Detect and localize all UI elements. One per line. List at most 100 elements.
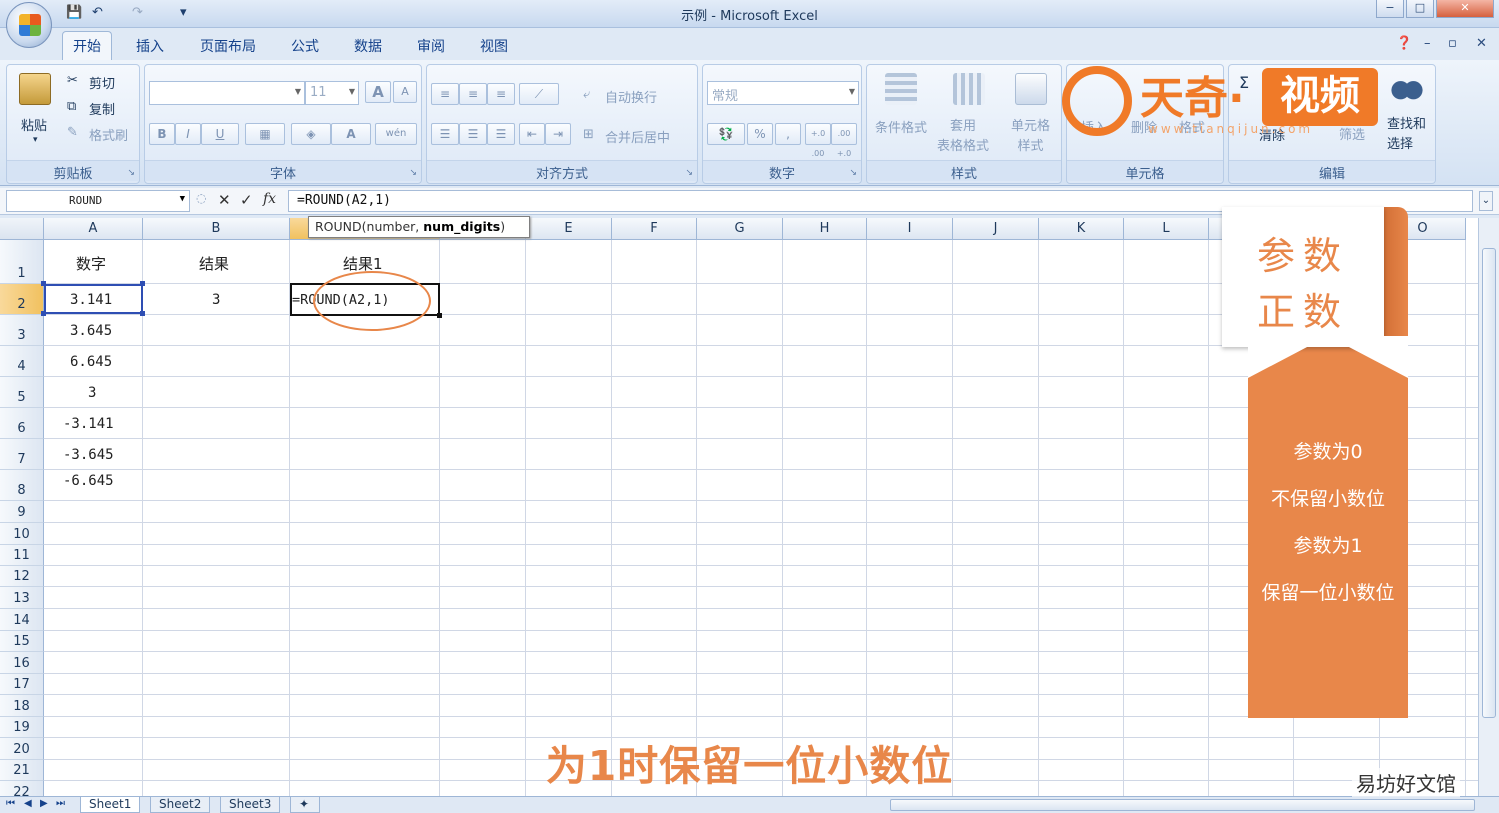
range-handle[interactable] — [41, 311, 46, 316]
row-header[interactable]: 15 — [0, 631, 44, 652]
column-header[interactable]: A — [44, 218, 143, 240]
ribbon-close-icon[interactable]: ✕ — [1476, 36, 1487, 51]
cell-A4[interactable]: 6.645 — [70, 354, 112, 370]
tab-home[interactable]: 开始 — [62, 31, 112, 61]
tab-insert[interactable]: 插入 — [136, 36, 164, 56]
cell-A8[interactable]: -6.645 — [63, 473, 114, 489]
tab-page-layout[interactable]: 页面布局 — [200, 36, 256, 56]
wrap-text-button[interactable]: 自动换行 — [605, 87, 657, 106]
cancel-icon[interactable]: ✕ — [218, 191, 231, 209]
find-select-button[interactable]: 查找和 选择 — [1387, 115, 1426, 155]
cell-A6[interactable]: -3.141 — [63, 416, 114, 432]
name-box[interactable]: ROUND ▼ — [6, 190, 190, 212]
row-header[interactable]: 16 — [0, 652, 44, 674]
prev-sheet-icon[interactable]: ◀ — [24, 798, 32, 809]
row-header[interactable]: 1 — [0, 240, 44, 284]
range-handle[interactable] — [41, 281, 46, 286]
select-all-corner[interactable] — [0, 218, 44, 240]
vertical-scrollbar[interactable] — [1478, 218, 1499, 796]
paste-icon[interactable] — [19, 73, 51, 105]
maximize-button[interactable]: □ — [1406, 0, 1434, 18]
number-format-combo[interactable]: 常规 ▼ — [707, 81, 859, 105]
align-right-icon[interactable]: ☰ — [487, 123, 515, 145]
row-header[interactable]: 8 — [0, 470, 44, 501]
align-middle-icon[interactable]: ≡ — [459, 83, 487, 105]
help-icon[interactable]: ❓ — [1396, 36, 1412, 51]
cell-A7[interactable]: -3.645 — [63, 447, 114, 463]
cut-icon[interactable]: ✂ — [67, 73, 78, 88]
column-header[interactable]: J — [953, 218, 1039, 240]
row-header[interactable]: 14 — [0, 609, 44, 631]
column-header[interactable]: G — [697, 218, 783, 240]
conditional-format-button[interactable]: 条件格式 — [875, 117, 927, 136]
clipboard-launcher-icon[interactable]: ↘ — [127, 168, 135, 178]
close-button[interactable]: ✕ — [1436, 0, 1494, 18]
column-header[interactable]: K — [1039, 218, 1124, 240]
align-left-icon[interactable]: ☰ — [431, 123, 459, 145]
ribbon-minimize-icon[interactable]: – — [1424, 36, 1431, 51]
sheet-tab-2[interactable]: Sheet2 — [150, 797, 211, 813]
italic-button[interactable]: I — [175, 123, 201, 145]
office-button[interactable] — [6, 2, 52, 48]
font-size-combo[interactable]: 11 ▼ — [305, 81, 359, 105]
column-header[interactable]: B — [143, 218, 290, 240]
row-header[interactable]: 18 — [0, 695, 44, 717]
column-header[interactable]: L — [1124, 218, 1209, 240]
paste-button[interactable]: 粘贴 — [21, 115, 47, 134]
column-header[interactable]: F — [612, 218, 697, 240]
font-launcher-icon[interactable]: ↘ — [409, 168, 417, 178]
merge-center-button[interactable]: 合并后居中 — [605, 127, 670, 146]
row-header[interactable]: 13 — [0, 587, 44, 609]
font-name-combo[interactable]: ▼ — [149, 81, 305, 105]
tab-view[interactable]: 视图 — [480, 36, 508, 56]
align-center-icon[interactable]: ☰ — [459, 123, 487, 145]
row-header[interactable]: 3 — [0, 315, 44, 346]
column-header[interactable]: H — [783, 218, 867, 240]
alignment-launcher-icon[interactable]: ↘ — [685, 168, 693, 178]
grow-font-button[interactable]: A — [365, 81, 391, 103]
increase-decimal-button[interactable]: +.0 .00 — [805, 123, 831, 158]
align-bottom-icon[interactable]: ≡ — [487, 83, 515, 105]
align-top-icon[interactable]: ≡ — [431, 83, 459, 105]
percent-button[interactable]: % — [747, 123, 773, 145]
cut-button[interactable]: 剪切 — [89, 73, 115, 92]
format-painter-button[interactable]: 格式刷 — [89, 125, 128, 144]
cell-A3[interactable]: 3.645 — [70, 323, 112, 339]
comma-button[interactable]: , — [775, 123, 801, 145]
column-header[interactable]: E — [526, 218, 612, 240]
tab-formulas[interactable]: 公式 — [291, 36, 319, 56]
increase-indent-icon[interactable]: ⇥ — [545, 123, 571, 145]
first-sheet-icon[interactable]: ⏮ — [6, 798, 15, 809]
format-painter-icon[interactable]: ✎ — [67, 125, 78, 140]
bold-button[interactable]: B — [149, 123, 175, 145]
row-header[interactable]: 6 — [0, 408, 44, 439]
decrease-indent-icon[interactable]: ⇤ — [519, 123, 545, 145]
shrink-font-button[interactable]: A — [393, 81, 417, 103]
insert-function-icon[interactable]: fx — [263, 191, 276, 207]
horizontal-scrollbar[interactable] — [890, 799, 1475, 811]
column-header[interactable]: I — [867, 218, 953, 240]
cell-B2[interactable]: 3 — [212, 292, 220, 308]
sheet-tab-3[interactable]: Sheet3 — [220, 797, 281, 813]
vertical-scroll-thumb[interactable] — [1482, 248, 1496, 718]
borders-icon[interactable]: ▦ — [245, 123, 285, 145]
range-handle[interactable] — [140, 281, 145, 286]
cell-A1[interactable]: 数字 — [76, 253, 106, 274]
cell-B1[interactable]: 结果 — [199, 253, 229, 274]
row-header[interactable]: 9 — [0, 501, 44, 523]
tab-review[interactable]: 审阅 — [417, 36, 445, 56]
last-sheet-icon[interactable]: ⏭ — [56, 798, 65, 809]
row-header[interactable]: 7 — [0, 439, 44, 470]
cell-A5[interactable]: 3 — [88, 385, 96, 401]
row-header[interactable]: 10 — [0, 523, 44, 545]
fill-handle[interactable] — [437, 313, 442, 318]
expand-formula-bar-icon[interactable]: ⌄ — [1479, 191, 1493, 211]
ribbon-restore-icon[interactable]: ▫ — [1448, 36, 1457, 51]
number-launcher-icon[interactable]: ↘ — [849, 168, 857, 178]
row-header[interactable]: 2 — [0, 284, 44, 315]
row-header[interactable]: 12 — [0, 566, 44, 587]
next-sheet-icon[interactable]: ▶ — [40, 798, 48, 809]
font-color-button[interactable]: A — [331, 123, 371, 145]
phonetic-button[interactable]: wén — [375, 123, 417, 145]
paste-dropdown-icon[interactable]: ▾ — [33, 135, 38, 145]
